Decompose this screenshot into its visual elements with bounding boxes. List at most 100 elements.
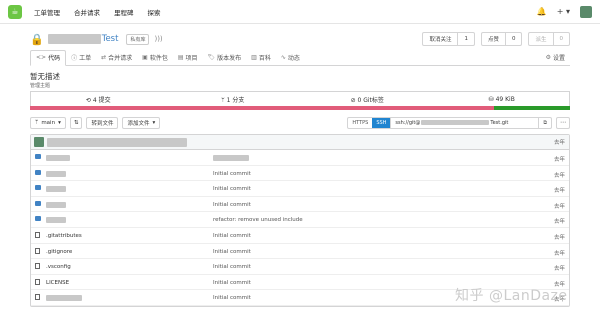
commit-message[interactable] xyxy=(213,155,249,163)
committer-avatar xyxy=(34,137,44,147)
ssh-button[interactable]: SSH xyxy=(372,117,391,128)
https-button[interactable]: HTTPS xyxy=(348,118,372,128)
tab-code[interactable]: <> 代码 xyxy=(30,50,67,66)
tab-settings[interactable]: ⚙ 设置 xyxy=(541,53,570,65)
manage-topics-link[interactable]: 管理主题 xyxy=(30,82,50,89)
url-suffix: Test.git xyxy=(490,119,509,126)
nav-pulls[interactable]: 合并请求 xyxy=(74,7,100,17)
user-avatar[interactable] xyxy=(580,5,592,18)
fork-label: 派生 xyxy=(535,37,547,43)
language-bar[interactable] xyxy=(30,106,570,110)
nav-milestones[interactable]: 里程碑 xyxy=(114,7,134,17)
clone-url-box: HTTPS SSH ssh://git@ Test.git ⧉ xyxy=(347,116,552,129)
commit-time: 去年 xyxy=(553,219,565,226)
tab-label: 版本发布 xyxy=(217,55,242,62)
file-icon xyxy=(35,263,40,271)
repo-name[interactable]: Test xyxy=(102,34,119,44)
file-icon xyxy=(35,231,40,240)
tag-icon: 🏷 xyxy=(207,54,216,61)
fork-button[interactable]: 派生 0 xyxy=(528,32,570,46)
rss-icon[interactable]: ))) xyxy=(154,35,162,43)
tags-count: 0 Git标签 xyxy=(357,96,384,104)
branches-count: 1 分支 xyxy=(226,96,245,104)
file-name[interactable] xyxy=(46,155,70,163)
lock-icon: 🔒 xyxy=(30,32,44,46)
clone-url-input[interactable]: ssh://git@ Test.git xyxy=(390,117,538,128)
watch-count: 1 xyxy=(457,33,474,45)
folder-row[interactable]: Initial commit 去年 xyxy=(31,197,569,213)
code-icon: <> xyxy=(36,54,47,61)
tab-packages[interactable]: ▣ 软件包 xyxy=(137,53,173,65)
bell-icon[interactable]: 🔔 xyxy=(537,7,547,16)
create-menu-button[interactable]: + ▾ xyxy=(557,7,570,16)
star-count: 0 xyxy=(504,33,522,45)
site-logo[interactable]: ☕ xyxy=(8,4,22,19)
tab-pulls[interactable]: ⇄ 合并请求 xyxy=(96,53,137,65)
folder-row[interactable]: 去年 xyxy=(31,150,569,166)
commit-message[interactable]: Initial commit xyxy=(213,249,251,255)
tab-projects[interactable]: ▤ 项目 xyxy=(173,53,203,65)
file-name[interactable] xyxy=(46,201,66,210)
commit-message[interactable]: Initial commit xyxy=(213,171,251,177)
watch-button[interactable]: 取消关注 1 xyxy=(422,32,475,46)
file-row[interactable]: .gitattributes Initial commit 去年 xyxy=(31,228,569,244)
repo-stats: ⟲ 4 提交 ᛘ 1 分支 ⊘ 0 Git标签 ⛁ 49 KiB xyxy=(30,91,570,106)
commit-message[interactable]: Initial commit xyxy=(213,202,251,208)
commit-time: 去年 xyxy=(553,234,565,241)
tab-activity[interactable]: ∿ 动态 xyxy=(276,53,305,65)
folder-icon xyxy=(35,200,41,208)
branches-stat[interactable]: ᛘ 1 分支 xyxy=(166,95,301,104)
branch-compare-button[interactable]: ⇅ xyxy=(69,116,83,129)
tab-releases[interactable]: 🏷 版本发布 xyxy=(203,53,247,65)
book-icon: ▥ xyxy=(251,54,257,61)
nav-issues[interactable]: 工单管理 xyxy=(34,7,60,17)
file-name[interactable]: .gitignore xyxy=(46,249,72,255)
folder-row[interactable]: refactor: remove unused include 去年 xyxy=(31,212,569,228)
file-name[interactable] xyxy=(46,186,66,194)
commit-message[interactable]: Initial commit xyxy=(213,264,251,270)
add-file-dropdown[interactable]: 添加文件 ▾ xyxy=(122,116,161,129)
tab-issues[interactable]: ⓘ 工单 xyxy=(66,53,96,65)
language-segment-1 xyxy=(30,106,495,110)
file-row[interactable]: .gitignore Initial commit 去年 xyxy=(31,244,569,260)
fork-count: 0 xyxy=(552,33,570,45)
file-table: 去年 去年 Initial commit 去年 Initial commit 去年 Ini… xyxy=(30,134,570,307)
latest-commit-time: 去年 xyxy=(553,140,565,146)
tab-wiki[interactable]: ▥ 百科 xyxy=(246,53,276,65)
nav-explore[interactable]: 探索 xyxy=(148,7,161,17)
tab-label: 工单 xyxy=(79,55,92,62)
tab-label: 软件包 xyxy=(149,55,168,62)
commit-message[interactable]: Initial commit xyxy=(213,186,251,192)
folder-row[interactable]: Initial commit 去年 xyxy=(31,166,569,182)
chevron-down-icon: ▾ xyxy=(58,119,61,126)
issue-icon: ⓘ xyxy=(71,55,78,62)
tab-label: 动态 xyxy=(287,55,300,62)
commit-message[interactable]: Initial commit xyxy=(213,233,251,239)
database-icon: ⛁ xyxy=(488,95,496,103)
history-icon: ⟲ xyxy=(85,96,93,104)
file-name[interactable]: .gitattributes xyxy=(46,233,82,239)
file-name[interactable] xyxy=(46,170,66,179)
tags-stat[interactable]: ⊘ 0 Git标签 xyxy=(300,95,435,104)
more-options-button[interactable]: ⋯ xyxy=(556,116,570,129)
commit-time: 去年 xyxy=(553,172,565,179)
gear-icon: ⚙ xyxy=(545,54,551,61)
file-icon xyxy=(35,247,40,256)
file-row[interactable]: .vsconfig Initial commit 去年 xyxy=(31,259,569,275)
commit-message[interactable]: refactor: remove unused include xyxy=(213,217,303,223)
file-name[interactable]: LICENSE xyxy=(46,280,69,286)
folder-icon xyxy=(35,169,41,177)
file-name[interactable] xyxy=(46,295,82,303)
commit-message[interactable]: Initial commit xyxy=(213,280,251,286)
file-name[interactable] xyxy=(46,217,66,225)
goto-file-button[interactable]: 转到文件 xyxy=(86,116,119,129)
folder-row[interactable]: Initial commit 去年 xyxy=(31,181,569,197)
copy-icon[interactable]: ⧉ xyxy=(538,117,551,128)
commit-message[interactable]: Initial commit xyxy=(213,295,251,301)
repo-size: 49 KiB xyxy=(495,95,515,103)
file-name[interactable]: .vsconfig xyxy=(46,264,71,270)
star-button[interactable]: 点赞 0 xyxy=(480,32,523,46)
branch-dropdown[interactable]: ᛘ main ▾ xyxy=(30,116,66,129)
tab-label: 合并请求 xyxy=(108,55,133,62)
commits-stat[interactable]: ⟲ 4 提交 xyxy=(31,95,166,104)
